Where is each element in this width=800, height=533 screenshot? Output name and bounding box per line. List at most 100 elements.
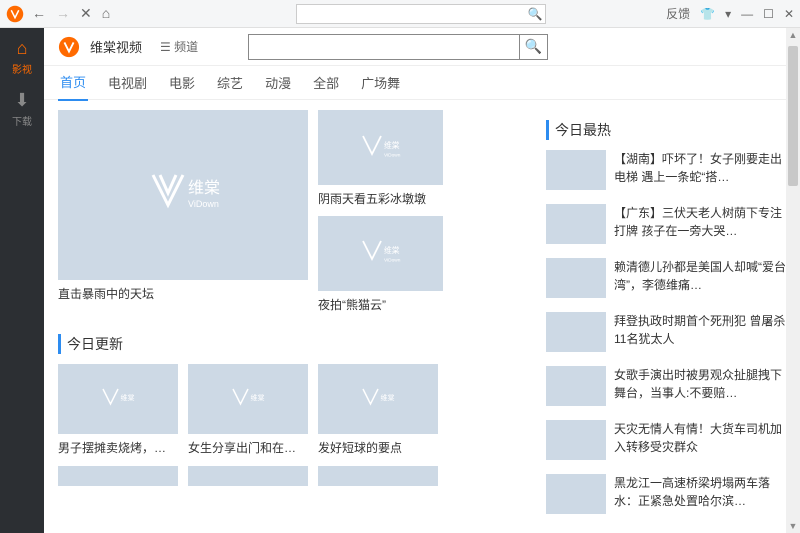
hot-title: 赖清德儿孙都是美国人却喊“爱台湾”，李德维痛… (614, 258, 786, 294)
app-name: 维棠视频 (90, 37, 142, 56)
video-title: 女生分享出门和在家的区… (188, 440, 308, 457)
tab-movie[interactable]: 电影 (167, 65, 197, 100)
back-button[interactable]: ← (32, 5, 46, 22)
tab-all[interactable]: 全部 (311, 65, 341, 100)
channel-button[interactable]: 频道 (160, 38, 198, 55)
sidebar-label-video: 影视 (12, 65, 32, 76)
video-card[interactable] (318, 466, 438, 486)
section-today-update: 今日更新 (58, 334, 532, 354)
home-icon: ⌂ (0, 38, 44, 59)
left-column: 维棠ViDown 直击暴雨中的天坛 维棠ViDown 阴雨天看五彩冰墩墩 维棠V… (58, 110, 532, 528)
video-card[interactable]: 维棠 女生分享出门和在家的区… (188, 364, 308, 457)
tab-variety[interactable]: 综艺 (215, 65, 245, 100)
category-tabs: 首页 电视剧 电影 综艺 动漫 全部 广场舞 (44, 66, 800, 100)
hot-thumb (546, 474, 606, 514)
home-button[interactable]: ⌂ (102, 5, 110, 22)
video-thumb (58, 466, 178, 486)
hot-thumb (546, 312, 606, 352)
svg-text:维棠: 维棠 (384, 245, 400, 255)
tab-drama[interactable]: 电视剧 (106, 65, 149, 100)
scroll-up-arrow[interactable]: ▲ (786, 28, 800, 42)
hot-thumb (546, 150, 606, 190)
search-button[interactable]: 🔍 (519, 35, 547, 59)
hot-list: 【湖南】吓坏了！女子刚要走出电梯 遇上一条蛇“搭… 【广东】三伏天老人树荫下专注… (546, 150, 786, 514)
hot-thumb (546, 366, 606, 406)
hero-thumb: 维棠 ViDown (58, 110, 308, 280)
svg-text:维棠: 维棠 (384, 140, 400, 150)
search-box: 🔍 (248, 34, 548, 60)
hot-item[interactable]: 黑龙江一高速桥梁坍塌两车落水：正紧急处置哈尔滨… (546, 474, 786, 514)
svg-text:ViDown: ViDown (188, 199, 219, 209)
video-thumb: 维棠ViDown (318, 216, 443, 291)
content-area: 维棠视频 频道 🔍 首页 电视剧 电影 综艺 动漫 全部 广场舞 (44, 28, 800, 533)
minimize-button[interactable]: — (741, 7, 753, 21)
skin-icon[interactable]: 👕 (700, 7, 715, 21)
hot-item[interactable]: 【湖南】吓坏了！女子刚要走出电梯 遇上一条蛇“搭… (546, 150, 786, 190)
hot-title: 【广东】三伏天老人树荫下专注打牌 孩子在一旁大哭… (614, 204, 786, 240)
hot-item[interactable]: 赖清德儿孙都是美国人却喊“爱台湾”，李德维痛… (546, 258, 786, 298)
hero-video[interactable]: 维棠 ViDown 直击暴雨中的天坛 (58, 110, 308, 314)
scrollbar-thumb[interactable] (788, 46, 798, 186)
video-thumb: 维棠 (58, 364, 178, 434)
address-input[interactable] (297, 8, 525, 20)
hot-item[interactable]: 天灾无情人有情！大货车司机加入转移受灾群众 (546, 420, 786, 460)
update-grid-row2 (58, 466, 532, 486)
video-card[interactable] (188, 466, 308, 486)
svg-text:维棠: 维棠 (381, 393, 395, 402)
hot-thumb (546, 204, 606, 244)
feedback-link[interactable]: 反馈 (666, 5, 690, 22)
search-input[interactable] (249, 35, 519, 59)
hero-side-video-2[interactable]: 维棠ViDown 夜拍“熊猫云” (318, 216, 443, 314)
hero-title: 直击暴雨中的天坛 (58, 286, 308, 303)
close-tab-button[interactable]: ✕ (80, 5, 92, 22)
close-window-button[interactable]: ✕ (784, 7, 794, 21)
main-scroll[interactable]: 维棠ViDown 直击暴雨中的天坛 维棠ViDown 阴雨天看五彩冰墩墩 维棠V… (44, 100, 800, 533)
brand-logo-icon (58, 36, 80, 58)
sidebar-item-download[interactable]: ⬇ 下载 (0, 90, 44, 128)
hot-title: 黑龙江一高速桥梁坍塌两车落水：正紧急处置哈尔滨… (614, 474, 786, 510)
video-title: 阴雨天看五彩冰墩墩 (318, 191, 443, 208)
hot-item[interactable]: 女歌手演出时被男观众扯腿拽下舞台，当事人:不要赔… (546, 366, 786, 406)
right-column: 今日最热 【湖南】吓坏了！女子刚要走出电梯 遇上一条蛇“搭… 【广东】三伏天老人… (546, 110, 786, 528)
hot-thumb (546, 420, 606, 460)
vertical-scrollbar[interactable]: ▲ ▼ (786, 28, 800, 533)
hero-side-video-1[interactable]: 维棠 ViDown 阴雨天看五彩冰墩墩 (318, 110, 443, 208)
address-search-icon[interactable]: 🔍 (525, 7, 545, 21)
video-thumb (318, 466, 438, 486)
address-bar[interactable]: 🔍 (296, 4, 546, 24)
update-grid: 维棠 男子摆摊卖烧烤，还没卖… 维棠 女生分享出门和在家的区… 维棠 发好短球的… (58, 364, 532, 457)
app-logo-icon (6, 5, 24, 23)
tab-dance[interactable]: 广场舞 (359, 65, 402, 100)
hot-thumb (546, 258, 606, 298)
tab-home[interactable]: 首页 (58, 64, 88, 101)
section-today-hot: 今日最热 (546, 120, 786, 140)
menu-icon[interactable]: ▾ (725, 7, 731, 21)
video-title: 男子摆摊卖烧烤，还没卖… (58, 440, 178, 457)
sidebar-label-download: 下载 (12, 117, 32, 128)
svg-text:维棠: 维棠 (188, 179, 220, 197)
video-title: 夜拍“熊猫云” (318, 297, 443, 314)
hot-title: 【湖南】吓坏了！女子刚要走出电梯 遇上一条蛇“搭… (614, 150, 786, 186)
left-sidebar: ⌂ 影视 ⬇ 下载 (0, 28, 44, 533)
download-icon: ⬇ (0, 90, 44, 111)
video-thumb: 维棠 ViDown (318, 110, 443, 185)
video-card[interactable]: 维棠 发好短球的要点 (318, 364, 438, 457)
svg-text:维棠: 维棠 (121, 393, 135, 402)
video-card[interactable] (58, 466, 178, 486)
tab-anime[interactable]: 动漫 (263, 65, 293, 100)
video-card[interactable]: 维棠 男子摆摊卖烧烤，还没卖… (58, 364, 178, 457)
video-thumb (188, 466, 308, 486)
hot-title: 拜登执政时期首个死刑犯 曾屠杀11名犹太人 (614, 312, 786, 348)
forward-button[interactable]: → (56, 5, 70, 22)
scroll-down-arrow[interactable]: ▼ (786, 519, 800, 533)
hot-item[interactable]: 【广东】三伏天老人树荫下专注打牌 孩子在一旁大哭… (546, 204, 786, 244)
sidebar-item-video[interactable]: ⌂ 影视 (0, 38, 44, 76)
hot-title: 天灾无情人有情！大货车司机加入转移受灾群众 (614, 420, 786, 456)
hot-item[interactable]: 拜登执政时期首个死刑犯 曾屠杀11名犹太人 (546, 312, 786, 352)
hot-title: 女歌手演出时被男观众扯腿拽下舞台，当事人:不要赔… (614, 366, 786, 402)
svg-text:维棠: 维棠 (251, 393, 265, 402)
maximize-button[interactable]: ☐ (763, 7, 774, 21)
video-thumb: 维棠 (188, 364, 308, 434)
svg-text:ViDown: ViDown (384, 152, 401, 158)
app-header: 维棠视频 频道 🔍 (44, 28, 800, 66)
